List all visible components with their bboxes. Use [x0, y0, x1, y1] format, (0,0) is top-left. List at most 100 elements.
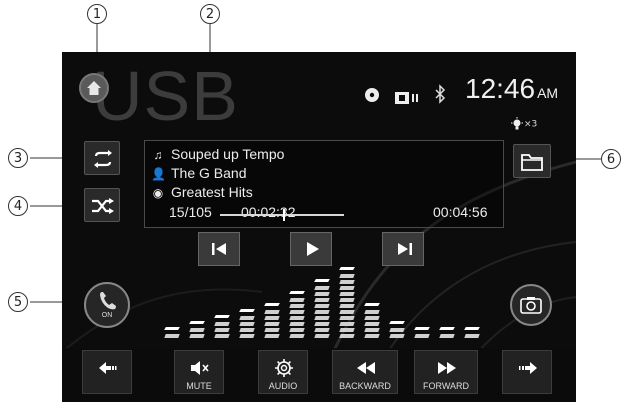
spectrum-peak: [289, 291, 305, 294]
spectrum-segment: [289, 316, 305, 320]
album-disc-icon: ◉: [152, 186, 164, 200]
illumination-indicator: ×3: [510, 117, 537, 131]
spectrum-peak: [414, 327, 430, 330]
camera-button[interactable]: [510, 284, 552, 326]
spectrum-segment: [364, 322, 380, 326]
spectrum-column: [264, 303, 280, 338]
spectrum-segment: [239, 316, 255, 320]
spectrum-segment: [339, 298, 355, 302]
spectrum-peak: [314, 279, 330, 282]
head-unit-screen: USB 12:46 AM ×3 ♫ Souped up Tempo 👤 The …: [62, 52, 576, 402]
album-name: Greatest Hits: [171, 184, 253, 200]
spectrum-segment: [314, 286, 330, 290]
spectrum-segment: [439, 334, 455, 338]
spectrum-segment: [339, 316, 355, 320]
spectrum-segment: [214, 334, 230, 338]
next-icon: [398, 243, 412, 255]
spectrum-segment: [364, 328, 380, 332]
audio-button[interactable]: AUDIO: [258, 350, 308, 394]
spectrum-segment: [339, 334, 355, 338]
spectrum-segment: [289, 328, 305, 332]
spectrum-segment: [264, 316, 280, 320]
spectrum-segment: [314, 328, 330, 332]
spectrum-peak: [389, 321, 405, 324]
artist-row: 👤 The G Band: [151, 164, 247, 183]
total-time: 00:04:56: [433, 204, 488, 220]
spectrum-column: [364, 303, 380, 338]
spectrum-segment: [339, 292, 355, 296]
phone-icon: [100, 292, 116, 310]
spectrum-segment: [414, 334, 430, 338]
repeat-icon: [94, 150, 112, 168]
next-page-button[interactable]: [502, 350, 552, 394]
phone-state: ON: [101, 312, 113, 319]
spectrum-segment: [364, 316, 380, 320]
progress-bar[interactable]: [220, 209, 344, 221]
spectrum-column: [389, 321, 405, 338]
spectrum-segment: [314, 298, 330, 302]
spectrum-peak: [164, 327, 180, 330]
shuffle-button[interactable]: [84, 188, 120, 222]
home-button[interactable]: [79, 73, 109, 103]
spectrum-column: [314, 279, 330, 338]
previous-icon: [212, 243, 226, 255]
clock-time: 12:46: [465, 73, 536, 104]
spectrum-segment: [214, 328, 230, 332]
spectrum-segment: [339, 322, 355, 326]
spectrum-segment: [314, 304, 330, 308]
progress-knob[interactable]: [283, 209, 286, 221]
audio-label: AUDIO: [268, 381, 298, 391]
previous-track-button[interactable]: [198, 232, 240, 266]
music-note-icon: ♫: [153, 148, 163, 162]
next-track-button[interactable]: [382, 232, 424, 266]
card-icon: [395, 92, 418, 104]
mute-label: MUTE: [186, 381, 212, 391]
spectrum-segment: [389, 334, 405, 338]
repeat-button[interactable]: [84, 141, 120, 175]
spectrum-peak: [239, 309, 255, 312]
spectrum-column: [439, 327, 455, 338]
spectrum-segment: [289, 322, 305, 326]
spectrum-segment: [239, 328, 255, 332]
forward-button[interactable]: FORWARD: [414, 350, 478, 394]
mute-icon: [191, 361, 209, 375]
spectrum-segment: [314, 316, 330, 320]
callout-3: 3: [8, 148, 28, 168]
play-button[interactable]: [290, 232, 332, 266]
bulb-icon: [511, 117, 523, 130]
bottom-bar: MUTE AUDIO BACKWARD FORWARD: [62, 348, 576, 402]
elapsed-time: 00:02:32: [241, 204, 296, 220]
spectrum-column: [464, 327, 480, 338]
spectrum-segment: [264, 328, 280, 332]
home-icon: [87, 81, 101, 95]
spectrum-peak: [264, 303, 280, 306]
spectrum-segment: [189, 328, 205, 332]
forward-arrow-icon: [519, 362, 537, 374]
spectrum-column: [164, 327, 180, 338]
callout-5: 5: [8, 292, 28, 312]
spectrum-peak: [189, 321, 205, 324]
phone-button[interactable]: ON: [84, 282, 130, 328]
callout-1: 1: [87, 4, 107, 24]
spectrum-column: [289, 291, 305, 338]
gear-icon: [275, 359, 293, 377]
clock-ampm: AM: [537, 85, 559, 101]
mute-button[interactable]: MUTE: [174, 350, 224, 394]
clock: 12:46 AM: [465, 72, 558, 110]
spectrum-segment: [314, 334, 330, 338]
backward-button[interactable]: BACKWARD: [332, 350, 398, 394]
track-title: Souped up Tempo: [171, 146, 285, 162]
spectrum-segment: [264, 322, 280, 326]
spectrum-segment: [289, 310, 305, 314]
source-title: USB: [92, 57, 239, 135]
track-counter: 15/105: [169, 204, 212, 220]
back-button[interactable]: [82, 350, 132, 394]
spectrum-column: [189, 321, 205, 338]
spectrum-segment: [339, 274, 355, 278]
folder-button[interactable]: [513, 144, 551, 178]
shuffle-icon: [92, 198, 114, 214]
spectrum-segment: [464, 334, 480, 338]
track-title-row: ♫ Souped up Tempo: [151, 145, 285, 164]
spectrum-segment: [339, 310, 355, 314]
spectrum-segment: [364, 334, 380, 338]
